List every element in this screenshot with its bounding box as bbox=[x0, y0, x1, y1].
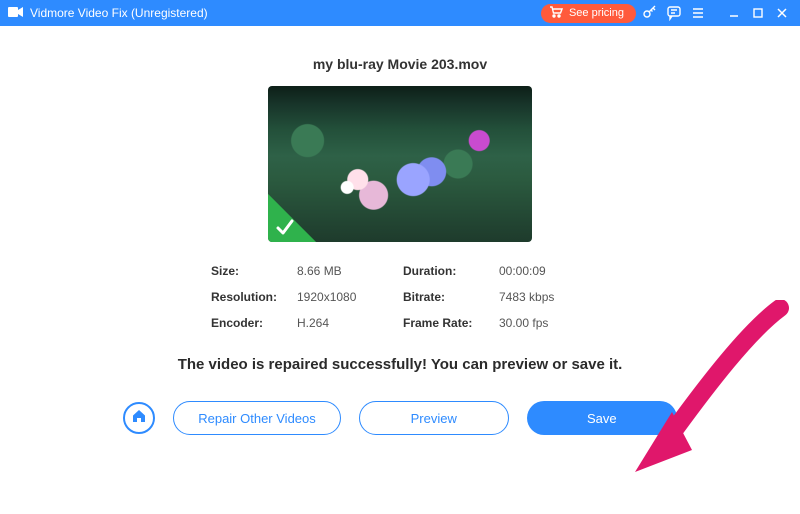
duration-label: Duration: bbox=[403, 264, 493, 278]
feedback-icon[interactable] bbox=[664, 3, 684, 23]
size-label: Size: bbox=[211, 264, 291, 278]
duration-value: 00:00:09 bbox=[499, 264, 589, 278]
framerate-label: Frame Rate: bbox=[403, 316, 493, 330]
framerate-value: 30.00 fps bbox=[499, 316, 589, 330]
size-value: 8.66 MB bbox=[297, 264, 397, 278]
minimize-button[interactable] bbox=[722, 1, 746, 25]
encoder-label: Encoder: bbox=[211, 316, 291, 330]
app-title: Vidmore Video Fix (Unregistered) bbox=[30, 6, 208, 20]
bitrate-label: Bitrate: bbox=[403, 290, 493, 304]
see-pricing-label: See pricing bbox=[569, 7, 624, 19]
resolution-value: 1920x1080 bbox=[297, 290, 397, 304]
main-content: my blu-ray Movie 203.mov Size: 8.66 MB D… bbox=[0, 26, 800, 435]
repair-other-button[interactable]: Repair Other Videos bbox=[173, 401, 341, 435]
metadata-grid: Size: 8.66 MB Duration: 00:00:09 Resolut… bbox=[211, 264, 589, 330]
preview-label: Preview bbox=[411, 411, 457, 426]
save-label: Save bbox=[587, 411, 617, 426]
encoder-value: H.264 bbox=[297, 316, 397, 330]
save-button[interactable]: Save bbox=[527, 401, 677, 435]
key-icon[interactable] bbox=[640, 3, 660, 23]
preview-button[interactable]: Preview bbox=[359, 401, 509, 435]
maximize-button[interactable] bbox=[746, 1, 770, 25]
video-thumbnail[interactable] bbox=[268, 86, 532, 242]
repair-other-label: Repair Other Videos bbox=[198, 411, 316, 426]
success-message: The video is repaired successfully! You … bbox=[178, 356, 623, 373]
checkmark-icon bbox=[274, 216, 296, 238]
action-row: Repair Other Videos Preview Save bbox=[123, 401, 677, 435]
bitrate-value: 7483 kbps bbox=[499, 290, 589, 304]
close-button[interactable] bbox=[770, 1, 794, 25]
home-icon bbox=[131, 408, 147, 429]
file-name: my blu-ray Movie 203.mov bbox=[313, 56, 487, 72]
app-logo-icon bbox=[8, 5, 24, 22]
resolution-label: Resolution: bbox=[211, 290, 291, 304]
see-pricing-button[interactable]: See pricing bbox=[541, 4, 636, 23]
home-button[interactable] bbox=[123, 402, 155, 434]
cart-icon bbox=[549, 6, 563, 21]
titlebar: Vidmore Video Fix (Unregistered) See pri… bbox=[0, 0, 800, 26]
menu-icon[interactable] bbox=[688, 3, 708, 23]
